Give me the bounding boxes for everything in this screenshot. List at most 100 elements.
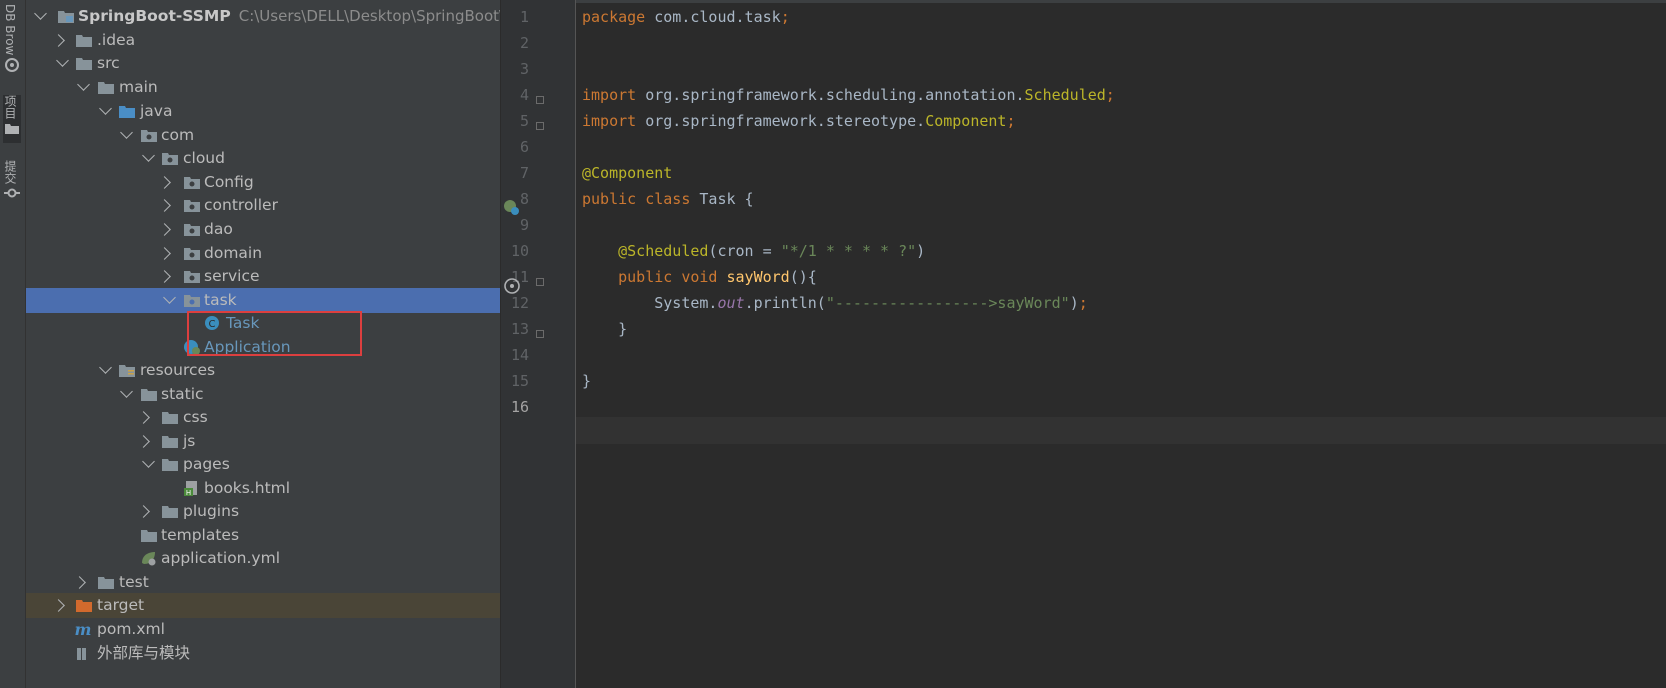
code-line[interactable]: } xyxy=(582,368,591,395)
db-browser-tool-button[interactable]: DB Brow xyxy=(3,4,21,73)
code-line[interactable]: public void sayWord(){ xyxy=(582,264,817,291)
expand-arrow-icon[interactable] xyxy=(163,291,176,304)
collapse-arrow-icon[interactable] xyxy=(158,223,171,236)
collapse-arrow-icon[interactable] xyxy=(158,270,171,283)
tree-item-cloud[interactable]: cloud xyxy=(26,146,500,171)
tree-item-java[interactable]: java xyxy=(26,99,500,124)
expand-arrow-icon[interactable] xyxy=(142,149,155,162)
library-icon xyxy=(77,648,86,660)
tree-item-templates[interactable]: templates xyxy=(26,523,500,548)
tree-item-com[interactable]: com xyxy=(26,123,500,148)
package-icon xyxy=(184,295,200,307)
collapse-arrow-icon[interactable] xyxy=(73,576,86,589)
tree-item-label: cloud xyxy=(183,149,225,167)
tree-item-static[interactable]: static xyxy=(26,382,500,407)
expand-arrow-icon[interactable] xyxy=(120,385,133,398)
code-token: org.springframework.stereotype. xyxy=(645,112,926,130)
code-token: (cron = xyxy=(708,242,781,260)
commit-label: 提交 xyxy=(3,160,17,184)
code-line[interactable]: } xyxy=(582,316,627,343)
tree-root[interactable]: SpringBoot-SSMP C:\Users\DELL\Desktop\Spr… xyxy=(26,4,500,29)
line-number: 3 xyxy=(519,60,529,78)
scheduled-gutter-icon[interactable] xyxy=(503,277,521,295)
project-tree[interactable]: SpringBoot-SSMP C:\Users\DELL\Desktop\Spr… xyxy=(26,0,500,688)
folder-icon xyxy=(5,124,19,134)
expand-arrow-icon[interactable] xyxy=(77,78,90,91)
tree-item-books-html[interactable]: H books.html xyxy=(26,476,500,501)
code-line[interactable]: import org.springframework.stereotype.Co… xyxy=(582,108,1016,135)
collapse-arrow-icon[interactable] xyxy=(137,411,150,424)
tree-item-src[interactable]: src xyxy=(26,51,500,76)
tree-item-pages[interactable]: pages xyxy=(26,452,500,477)
tree-item-task-package[interactable]: task xyxy=(26,288,500,313)
expand-arrow-icon[interactable] xyxy=(99,102,112,115)
tree-item-task-class[interactable]: C Task xyxy=(26,311,500,336)
line-number: 2 xyxy=(519,34,529,52)
tree-item-label: service xyxy=(204,267,260,285)
code-token: } xyxy=(582,320,628,338)
collapse-arrow-icon[interactable] xyxy=(137,505,150,518)
code-line[interactable]: @Component xyxy=(582,160,672,187)
expand-arrow-icon[interactable] xyxy=(56,54,69,67)
tree-item-application-yml[interactable]: application.yml xyxy=(26,546,500,571)
collapse-arrow-icon[interactable] xyxy=(137,435,150,448)
code-line[interactable]: package com.cloud.task; xyxy=(582,4,790,31)
folder-icon xyxy=(98,577,114,589)
tree-item-label: Task xyxy=(226,314,260,332)
tree-item-config[interactable]: Config xyxy=(26,170,500,195)
code-token: out xyxy=(717,294,745,312)
tree-item-label: src xyxy=(97,54,120,72)
resources-folder-icon xyxy=(119,365,135,377)
spring-bean-gutter-icon[interactable] xyxy=(502,198,522,218)
svg-text:H: H xyxy=(186,489,191,496)
code-line[interactable]: public class Task { xyxy=(582,186,754,213)
package-icon xyxy=(141,130,157,142)
expand-arrow-icon[interactable] xyxy=(142,455,155,468)
collapse-arrow-icon[interactable] xyxy=(52,34,65,47)
tree-item-external-libraries[interactable]: 外部库与模块 xyxy=(26,641,500,666)
code-line[interactable]: @Scheduled(cron = "*/1 * * * * ?") xyxy=(582,238,925,265)
fold-marker-icon[interactable] xyxy=(536,96,544,104)
db-browser-icon xyxy=(5,58,19,73)
tree-item-css[interactable]: css xyxy=(26,405,500,430)
code-line[interactable]: import org.springframework.scheduling.an… xyxy=(582,82,1115,109)
tree-item-plugins[interactable]: plugins xyxy=(26,499,500,524)
tree-item-label: books.html xyxy=(204,479,291,497)
tree-item-application[interactable]: Application xyxy=(26,335,500,360)
code-token: } xyxy=(582,372,592,390)
collapse-arrow-icon[interactable] xyxy=(158,199,171,212)
collapse-arrow-icon[interactable] xyxy=(52,599,65,612)
collapse-arrow-icon[interactable] xyxy=(158,247,171,260)
tree-item-pom-xml[interactable]: m pom.xml xyxy=(26,617,500,642)
tree-item-idea[interactable]: .idea xyxy=(26,28,500,53)
code-token: public class xyxy=(582,190,700,208)
expand-arrow-icon[interactable] xyxy=(34,7,47,20)
fold-marker-icon[interactable] xyxy=(536,278,544,286)
code-line[interactable]: System.out.println("----------------->sa… xyxy=(582,290,1088,317)
fold-marker-icon[interactable] xyxy=(536,330,544,338)
expand-arrow-icon[interactable] xyxy=(120,126,133,139)
tree-item-domain[interactable]: domain xyxy=(26,241,500,266)
collapse-arrow-icon[interactable] xyxy=(158,176,171,189)
tree-item-main[interactable]: main xyxy=(26,75,500,100)
tree-item-controller[interactable]: controller xyxy=(26,193,500,218)
project-tool-button[interactable]: 项目 xyxy=(3,95,21,143)
tree-item-service[interactable]: service xyxy=(26,264,500,289)
tree-item-js[interactable]: js xyxy=(26,429,500,454)
fold-marker-icon[interactable] xyxy=(536,122,544,130)
line-number: 7 xyxy=(519,164,529,182)
tree-item-test[interactable]: test xyxy=(26,570,500,595)
tree-item-resources[interactable]: resources xyxy=(26,358,500,383)
tree-item-dao[interactable]: dao xyxy=(26,217,500,242)
expand-arrow-icon[interactable] xyxy=(99,361,112,374)
tree-item-target[interactable]: target xyxy=(26,593,500,618)
tree-item-label: target xyxy=(97,596,145,614)
tree-item-label: static xyxy=(161,385,204,403)
line-number: 13 xyxy=(510,320,529,338)
code-editor[interactable]: 1 2 3 4 5 6 7 8 9 10 11 12 13 14 15 16 package com.clou… xyxy=(501,0,1666,688)
code-token: package xyxy=(582,8,655,26)
code-token: System. xyxy=(582,294,718,312)
package-icon xyxy=(184,224,200,236)
code-token: public void xyxy=(618,268,727,286)
commit-tool-button[interactable]: 提交 xyxy=(3,160,21,200)
